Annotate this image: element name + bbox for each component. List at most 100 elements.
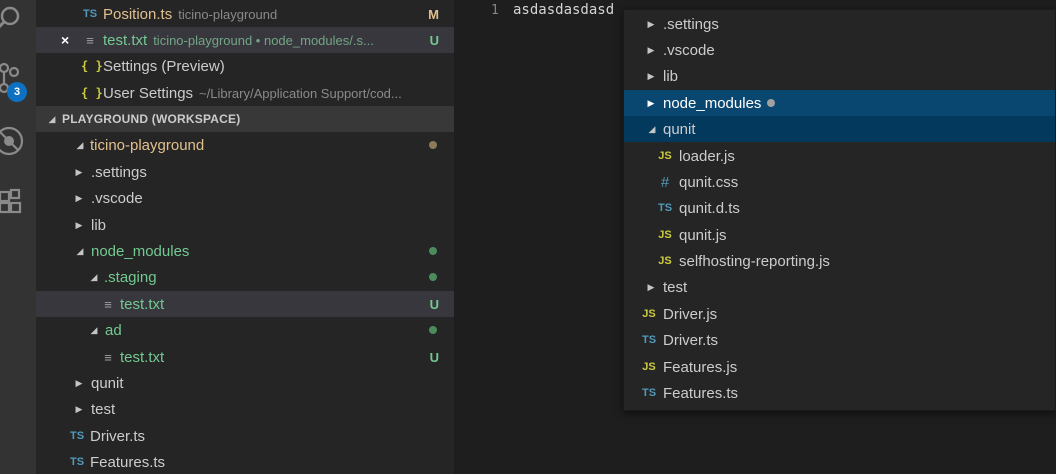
picker-item-features-js[interactable]: JS Features.js [624, 354, 1055, 380]
tree-item-label: .settings [91, 163, 147, 181]
chevron-down-icon: ◢ [76, 139, 84, 150]
git-status-badge: M [428, 6, 439, 22]
picker-item-label: Features.ts [663, 384, 739, 402]
picker-item-test[interactable]: ▶ test [624, 274, 1055, 300]
code-line[interactable]: asdasdasdasd [513, 2, 614, 18]
open-editor-label: test.txt [103, 31, 148, 49]
untracked-dot [429, 273, 437, 281]
typescript-file-icon: TS [82, 8, 98, 20]
javascript-file-icon: JS [658, 255, 672, 267]
extensions-icon[interactable] [0, 186, 36, 222]
explorer-sidebar: TS Position.ts ticino-playground M × ≡ t… [36, 0, 454, 474]
tree-item-ad[interactable]: ◢ ad [36, 317, 454, 343]
tree-item-ticino-playground[interactable]: ◢ ticino-playground [36, 132, 454, 158]
open-editor-description: ~/Library/Application Support/cod... [199, 85, 402, 101]
typescript-file-icon: TS [69, 430, 85, 442]
git-status-badge: U [429, 349, 439, 365]
close-icon[interactable]: × [61, 32, 69, 48]
open-editor-position-ts[interactable]: TS Position.ts ticino-playground M [36, 1, 454, 27]
picker-item-settings[interactable]: ▶ .settings [624, 11, 1055, 37]
picker-item-label: Driver.ts [663, 331, 719, 349]
picker-item-qunit[interactable]: ◢ qunit [624, 116, 1055, 142]
picker-item-driver-ts[interactable]: TS Driver.ts [624, 327, 1055, 353]
css-file-icon: # [660, 173, 670, 191]
debug-icon[interactable] [0, 124, 36, 160]
tree-item-label: test.txt [120, 348, 165, 366]
tree-item-features-ts[interactable]: TS Features.ts [36, 449, 454, 474]
tree-item-label: lib [91, 216, 107, 234]
open-editor-settings-preview[interactable]: { } Settings (Preview) [36, 53, 454, 79]
typescript-file-icon: TS [641, 387, 657, 399]
tree-item-staging-test-txt[interactable]: ≡ test.txt U [36, 291, 454, 317]
tree-item-label: test [91, 400, 116, 418]
tree-item-label: .staging [104, 268, 157, 286]
line-number: 1 [491, 3, 499, 18]
javascript-file-icon: JS [658, 229, 672, 241]
open-editor-description: ticino-playground [178, 6, 278, 22]
chevron-right-icon: ▶ [75, 403, 83, 414]
picker-item-label: .vscode [663, 41, 715, 59]
tree-item-label: .vscode [91, 189, 143, 207]
picker-item-driver-js[interactable]: JS Driver.js [624, 301, 1055, 327]
picker-item-qunit-js[interactable]: JS qunit.js [624, 222, 1055, 248]
tree-item-test[interactable]: ▶ test [36, 396, 454, 422]
picker-item-node-modules[interactable]: ▶ node_modules [624, 90, 1055, 116]
text-file-icon: ≡ [86, 32, 94, 48]
text-file-icon: ≡ [104, 349, 112, 365]
tree-item-label: test.txt [120, 295, 165, 313]
git-status-badge: U [429, 296, 439, 312]
picker-item-lib[interactable]: ▶ lib [624, 63, 1055, 89]
typescript-file-icon: TS [657, 202, 673, 214]
breadcrumb-picker-dropdown[interactable]: ▶ .settings ▶ .vscode ▶ lib ▶ node_modul… [623, 9, 1056, 411]
open-editor-test-txt[interactable]: × ≡ test.txt ticino-playground • node_mo… [36, 27, 454, 53]
chevron-right-icon: ▶ [647, 97, 655, 108]
picker-item-label: qunit [663, 120, 696, 138]
picker-item-label: test [663, 278, 688, 296]
javascript-file-icon: JS [642, 308, 656, 320]
git-status-badge: U [429, 32, 439, 48]
chevron-right-icon: ▶ [647, 18, 655, 29]
chevron-down-icon: ◢ [76, 245, 84, 256]
picker-item-vscode[interactable]: ▶ .vscode [624, 37, 1055, 63]
workspace-title: PLAYGROUND (WORKSPACE) [62, 112, 241, 126]
workspace-section-header[interactable]: ◢ PLAYGROUND (WORKSPACE) [36, 106, 454, 132]
open-editor-label: User Settings [103, 84, 194, 102]
tree-item-settings[interactable]: ▶ .settings [36, 159, 454, 185]
javascript-file-icon: JS [642, 361, 656, 373]
json-file-icon: { } [81, 86, 103, 100]
chevron-right-icon: ▶ [75, 377, 83, 388]
tree-item-lib[interactable]: ▶ lib [36, 212, 454, 238]
tree-item-qunit[interactable]: ▶ qunit [36, 370, 454, 396]
tree-item-node-modules[interactable]: ◢ node_modules [36, 238, 454, 264]
chevron-down-icon: ◢ [90, 324, 98, 335]
chevron-right-icon: ▶ [75, 192, 83, 203]
typescript-file-icon: TS [69, 456, 85, 468]
picker-item-label: Features.js [663, 358, 738, 376]
chevron-down-icon: ◢ [648, 123, 656, 134]
modified-dot [767, 99, 776, 107]
javascript-file-icon: JS [658, 150, 672, 162]
picker-item-loader-js[interactable]: JS loader.js [624, 143, 1055, 169]
tree-item-label: qunit [91, 374, 124, 392]
tree-item-label: ticino-playground [90, 136, 205, 154]
tree-item-ad-test-txt[interactable]: ≡ test.txt U [36, 344, 454, 370]
tree-item-staging[interactable]: ◢ .staging [36, 264, 454, 290]
chevron-right-icon: ▶ [647, 281, 655, 292]
scm-badge: 3 [7, 82, 27, 102]
open-editor-user-settings[interactable]: { } User Settings ~/Library/Application … [36, 80, 454, 106]
picker-item-qunit-css[interactable]: # qunit.css [624, 169, 1055, 195]
open-editor-label: Settings (Preview) [103, 57, 225, 75]
picker-item-selfhosting-reporting-js[interactable]: JS selfhosting-reporting.js [624, 248, 1055, 274]
chevron-right-icon: ▶ [647, 70, 655, 81]
typescript-file-icon: TS [641, 334, 657, 346]
picker-item-qunit-d-ts[interactable]: TS qunit.d.ts [624, 195, 1055, 221]
tree-item-driver-ts[interactable]: TS Driver.ts [36, 423, 454, 449]
untracked-dot [429, 247, 437, 255]
tree-item-vscode[interactable]: ▶ .vscode [36, 185, 454, 211]
text-file-icon: ≡ [104, 296, 112, 312]
picker-item-features-ts[interactable]: TS Features.ts [624, 380, 1055, 406]
chevron-right-icon: ▶ [75, 219, 83, 230]
picker-item-label: Driver.js [663, 305, 718, 323]
search-icon[interactable] [0, 2, 36, 38]
untracked-dot [429, 326, 437, 334]
